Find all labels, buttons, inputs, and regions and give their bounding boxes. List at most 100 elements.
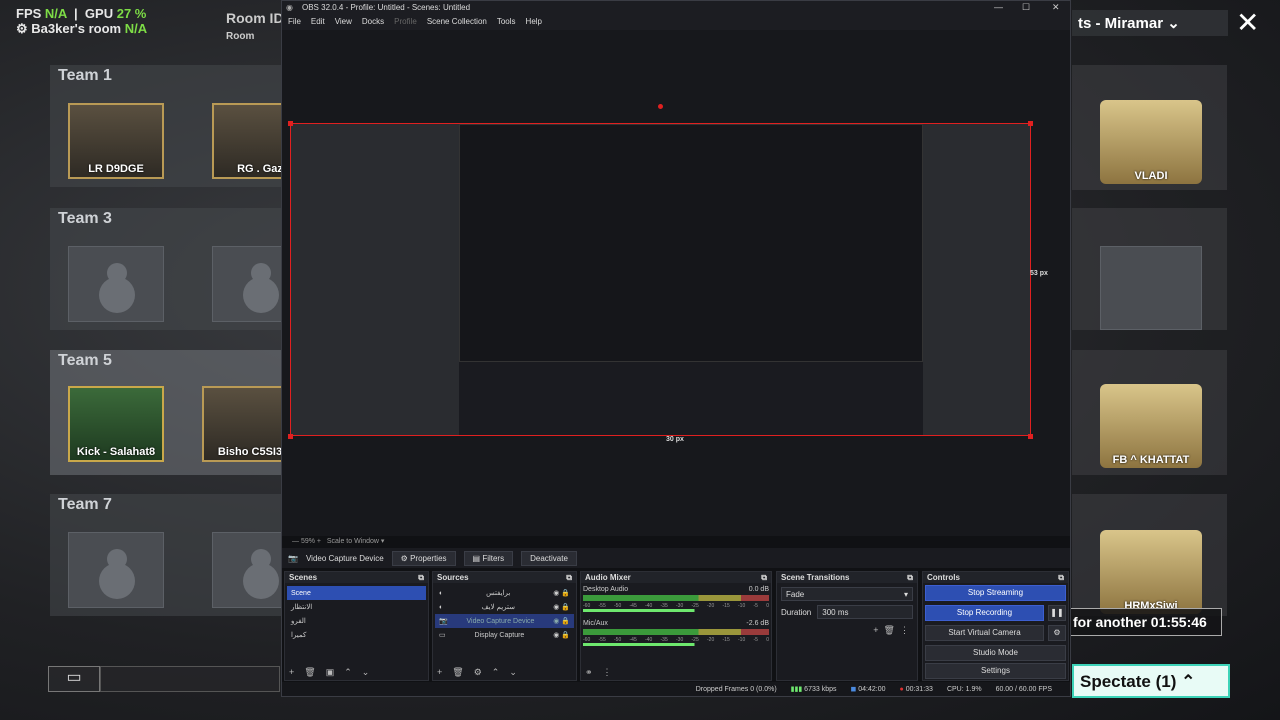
add-icon[interactable]: + [437, 667, 442, 678]
stop-streaming-button[interactable]: Stop Streaming [925, 585, 1066, 601]
chevron-down-icon: ⌄ [1167, 15, 1180, 32]
team-panel-7: Team 7 [50, 494, 308, 616]
menu-docks[interactable]: Docks [362, 17, 384, 28]
deactivate-button[interactable]: Deactivate [521, 550, 577, 566]
menu-edit[interactable]: Edit [311, 17, 325, 28]
monitor-icon: ◐ [439, 589, 444, 597]
player-slot[interactable]: Kick - Salahat8 [68, 386, 164, 462]
empty-slot[interactable] [68, 532, 164, 608]
player-badge[interactable]: HRMxSiwi [1100, 530, 1202, 614]
studio-mode-button[interactable]: Studio Mode [925, 645, 1066, 661]
measure-bottom: 30 px [666, 436, 684, 443]
scene-item[interactable]: كميرا [287, 628, 426, 642]
menu-tools[interactable]: Tools [497, 17, 516, 28]
minimize-icon[interactable]: — [994, 2, 1003, 12]
audio-mixer-dock: Audio Mixer ⧉ Desktop Audio 0.0 dB -60 -55-… [580, 571, 772, 681]
menu-help[interactable]: Help [526, 17, 542, 28]
dock-float-icon: ⧉ [761, 573, 767, 582]
duration-input[interactable]: 300 ms [817, 605, 913, 619]
chat-icon[interactable]: ▭ [48, 666, 100, 692]
channel-name: Desktop Audio [583, 586, 629, 593]
gear-icon: ⚙ [16, 21, 28, 36]
trash-icon[interactable]: 🗑 [304, 667, 315, 678]
player-badge[interactable]: VLADI [1100, 100, 1202, 184]
scene-item[interactable]: Scene [287, 586, 426, 600]
more-icon[interactable]: ⋮ [900, 625, 909, 635]
empty-slot[interactable] [1100, 246, 1202, 330]
menu-file[interactable]: File [288, 17, 301, 28]
zoom-level[interactable]: 59% [301, 538, 315, 545]
rotate-handle[interactable] [658, 104, 663, 109]
resize-handle[interactable] [288, 434, 293, 439]
trash-icon[interactable]: 🗑 [884, 625, 895, 635]
empty-slot[interactable] [68, 246, 164, 322]
preview-canvas[interactable]: 53 px 30 px [282, 30, 1070, 536]
add-icon[interactable]: + [873, 625, 878, 635]
menu-scene-collection[interactable]: Scene Collection [427, 17, 487, 28]
properties-button[interactable]: ⚙ Properties [391, 550, 456, 566]
filters-button[interactable]: ▤ Filters [463, 550, 514, 566]
add-icon[interactable]: + [289, 667, 294, 678]
spectate-button[interactable]: Spectate (1) ⌃ [1072, 664, 1230, 698]
maximize-icon[interactable]: ☐ [1022, 2, 1030, 13]
team-label: Team 3 [58, 210, 112, 227]
recursive-docks [459, 362, 923, 435]
dock-title: Scenes [289, 573, 318, 582]
record-time: 00:31:33 [905, 685, 933, 693]
resize-handle[interactable] [288, 121, 293, 126]
menu-view[interactable]: View [335, 17, 352, 28]
link-icon[interactable]: ⚭ [585, 667, 593, 678]
camera-icon: 📷 [439, 618, 448, 625]
obs-logo-icon: ◉ [286, 3, 293, 12]
filter-icon[interactable]: ▣ [326, 667, 335, 678]
resize-handle[interactable] [1028, 434, 1033, 439]
settings-button[interactable]: Settings [925, 663, 1066, 679]
fps-value: N/A [44, 6, 67, 21]
camera-icon: 📷 [288, 553, 298, 563]
chevron-up-icon: ⌃ [1181, 672, 1196, 691]
stream-time: 04:42:00 [858, 686, 886, 693]
scene-item[interactable]: الانتظار [287, 600, 426, 614]
team-panel-5: Team 5 Kick - Salahat8 Bisho C5SI3 [50, 350, 298, 475]
dock-float-icon: ⧉ [418, 573, 424, 582]
scale-mode[interactable]: Scale to Window [327, 538, 379, 545]
source-toolbar: 📷 Video Capture Device ⚙ Properties ▤ Fi… [282, 548, 1070, 568]
source-item[interactable]: ▭ Display Capture ◉ 🔒 [435, 628, 574, 642]
team-panel-3: Team 3 [50, 208, 308, 330]
measure-right: 53 px [1030, 270, 1048, 277]
transition-select[interactable]: Fade ▾ [781, 587, 913, 601]
close-icon[interactable]: ✕ [1052, 2, 1060, 13]
up-icon[interactable]: ⌃ [344, 667, 352, 678]
source-item[interactable]: 📷 Video Capture Device ◉ 🔒 [435, 614, 574, 628]
status-bar: Dropped Frames 0 (0.0%) ▮▮▮ 6733 kbps ◼ … [282, 682, 1070, 696]
gear-icon[interactable]: ⚙ [474, 667, 482, 678]
dock-title: Controls [927, 573, 960, 582]
channel-db: -2.6 dB [746, 620, 769, 627]
player-slot[interactable]: LR D9DGE [68, 103, 164, 179]
menu-bar: File Edit View Docks Profile Scene Colle… [282, 15, 1070, 30]
gpu-value: 27 % [116, 6, 147, 21]
player-badge[interactable]: FB ^ KHATTAT [1100, 384, 1202, 468]
trash-icon[interactable]: 🗑 [452, 667, 463, 678]
up-icon[interactable]: ⌃ [492, 667, 500, 678]
source-item[interactable]: ◐ برايفتس ◉ 🔒 [435, 586, 574, 600]
window-title: OBS 32.0.4 - Profile: Untitled - Scenes:… [302, 3, 471, 12]
chevron-down-icon[interactable]: ⌄ [509, 667, 517, 678]
eye-icon: ◉ 🔒 [553, 618, 570, 625]
chat-input[interactable] [100, 666, 280, 692]
source-item[interactable]: ◐ ستريم لايف ◉ 🔒 [435, 600, 574, 614]
menu-profile[interactable]: Profile [394, 17, 417, 28]
volume-slider[interactable] [583, 643, 769, 646]
stop-recording-button[interactable]: Stop Recording [925, 605, 1044, 621]
chevron-down-icon[interactable]: ⌄ [362, 667, 370, 678]
pause-icon[interactable]: ❚❚ [1048, 605, 1066, 621]
resize-handle[interactable] [1028, 121, 1033, 126]
gpu-label: GPU [84, 6, 114, 21]
gear-icon[interactable]: ⚙ [1048, 625, 1066, 641]
close-icon[interactable]: ✕ [1236, 9, 1264, 38]
selected-source-name: Video Capture Device [305, 553, 384, 563]
virtual-camera-button[interactable]: Start Virtual Camera [925, 625, 1044, 641]
more-icon[interactable]: ⋮ [603, 667, 612, 678]
scene-item[interactable]: الفرو [287, 614, 426, 628]
nested-capture-preview[interactable] [290, 123, 1031, 436]
